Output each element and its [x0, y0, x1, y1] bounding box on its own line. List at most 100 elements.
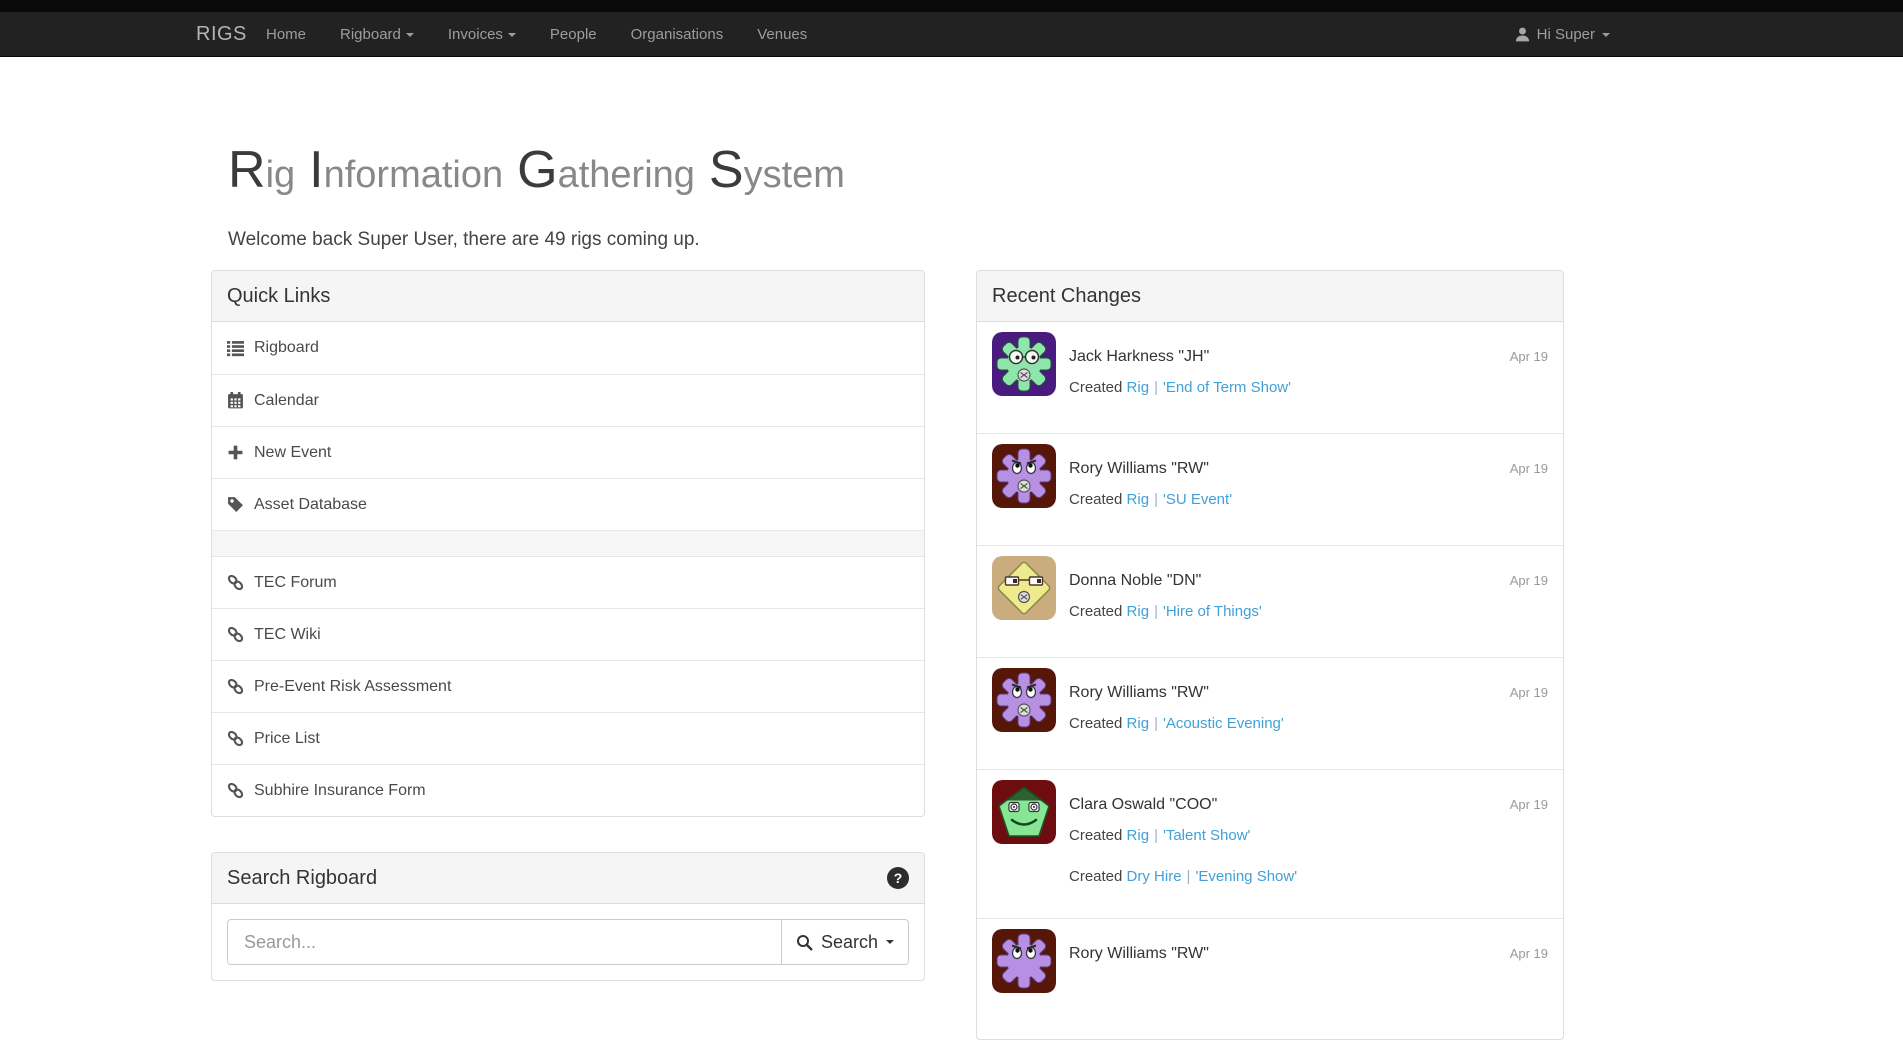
search-panel-title: Search Rigboard: [227, 867, 377, 890]
link-icon: [227, 782, 244, 799]
recent-change-body: Rory Williams "RW" Apr 19 Created Rig|'S…: [1069, 434, 1548, 508]
caret-down-icon: [886, 940, 894, 944]
person-name-link[interactable]: Donna Noble "DN": [1069, 572, 1201, 590]
top-navbar: RIGS Home Rigboard Invoices People Organ…: [0, 0, 1903, 57]
separator: |: [1149, 603, 1163, 620]
person-name-link[interactable]: Jack Harkness "JH": [1069, 348, 1209, 366]
search-button[interactable]: Search: [781, 919, 909, 965]
quick-link-calendar[interactable]: Calendar: [212, 374, 924, 426]
rig-type-link[interactable]: Rig: [1127, 603, 1150, 620]
recent-changes-title: Recent Changes: [992, 285, 1141, 308]
rig-name-link[interactable]: 'SU Event': [1163, 491, 1232, 508]
rig-type-link[interactable]: Rig: [1127, 379, 1150, 396]
recent-changes-panel: Recent Changes Jack Harkness "JH" Apr 19…: [976, 270, 1564, 1040]
quick-link-tec-wiki[interactable]: TEC Wiki: [212, 608, 924, 660]
rig-type-link[interactable]: Rig: [1127, 491, 1150, 508]
avatar: [992, 556, 1056, 620]
change-action: Created Rig|'SU Event': [1069, 491, 1548, 508]
caret-down-icon: [1602, 33, 1610, 37]
rig-name-link[interactable]: 'Acoustic Evening': [1163, 715, 1284, 732]
change-date: Apr 19: [1510, 461, 1548, 476]
change-action: Created Dry Hire|'Evening Show': [1069, 868, 1548, 885]
title-capital: S: [709, 141, 744, 199]
title-rest: ig: [266, 154, 296, 196]
nav-item-label: Invoices: [448, 26, 503, 43]
nav-item-venues[interactable]: Venues: [740, 12, 824, 57]
person-icon: [1515, 27, 1530, 42]
search-panel-header: Search Rigboard ?: [212, 853, 924, 904]
change-date: Apr 19: [1510, 349, 1548, 364]
quick-link-price-list[interactable]: Price List: [212, 712, 924, 764]
change-action: Created Rig|'Hire of Things': [1069, 603, 1548, 620]
separator: |: [1149, 491, 1163, 508]
nav-item-rigboard[interactable]: Rigboard: [323, 12, 431, 57]
calendar-icon: [227, 392, 244, 409]
left-column: Quick Links Rigboard Calendar New Event …: [211, 270, 925, 981]
rig-name-link[interactable]: 'Talent Show': [1163, 827, 1250, 844]
quick-links-title: Quick Links: [227, 285, 330, 308]
nav-item-organisations[interactable]: Organisations: [614, 12, 741, 57]
quick-links-panel: Quick Links Rigboard Calendar New Event …: [211, 270, 925, 817]
quick-link-label: Subhire Insurance Form: [254, 782, 426, 800]
list-divider: [212, 530, 924, 556]
help-icon[interactable]: ?: [887, 867, 909, 889]
action-verb: Created: [1069, 379, 1122, 396]
plus-icon: [227, 444, 244, 461]
rig-type-link[interactable]: Rig: [1127, 715, 1150, 732]
quick-link-label: New Event: [254, 444, 331, 462]
person-name-link[interactable]: Rory Williams "RW": [1069, 945, 1209, 963]
recent-change-row: Rory Williams "RW" Apr 19 Created Rig|'A…: [977, 658, 1563, 770]
change-action: Created Rig|'Talent Show': [1069, 827, 1548, 844]
quick-link-subhire-insurance-form[interactable]: Subhire Insurance Form: [212, 764, 924, 816]
recent-change-row: Rory Williams "RW" Apr 19 Created Rig|'S…: [977, 434, 1563, 546]
rig-type-link[interactable]: Rig: [1127, 827, 1150, 844]
search-icon: [796, 934, 813, 951]
quick-links-header: Quick Links: [212, 271, 924, 322]
recent-change-body: Clara Oswald "COO" Apr 19 Created Rig|'T…: [1069, 770, 1548, 885]
avatar: [992, 929, 1056, 993]
change-action: Created Rig|'End of Term Show': [1069, 379, 1548, 396]
avatar: [992, 444, 1056, 508]
quick-link-pre-event-risk-assessment[interactable]: Pre-Event Risk Assessment: [212, 660, 924, 712]
caret-down-icon: [406, 33, 414, 37]
action-verb: Created: [1069, 868, 1122, 885]
action-verb: Created: [1069, 491, 1122, 508]
rig-type-link[interactable]: Dry Hire: [1127, 868, 1182, 885]
separator: |: [1149, 715, 1163, 732]
person-name-link[interactable]: Rory Williams "RW": [1069, 684, 1209, 702]
user-menu[interactable]: Hi Super: [1515, 12, 1610, 57]
recent-change-body: Jack Harkness "JH" Apr 19 Created Rig|'E…: [1069, 322, 1548, 396]
quick-link-label: Rigboard: [254, 339, 319, 357]
link-icon: [227, 626, 244, 643]
quick-link-tec-forum[interactable]: TEC Forum: [212, 556, 924, 608]
person-name-link[interactable]: Clara Oswald "COO": [1069, 796, 1217, 814]
separator: |: [1149, 379, 1163, 396]
nav-menu: Home Rigboard Invoices People Organisati…: [249, 12, 824, 57]
right-column: Recent Changes Jack Harkness "JH" Apr 19…: [976, 270, 1564, 1040]
quick-link-asset-database[interactable]: Asset Database: [212, 478, 924, 530]
search-button-label: Search: [821, 932, 878, 953]
rig-name-link[interactable]: 'Evening Show': [1195, 868, 1297, 885]
rig-name-link[interactable]: 'End of Term Show': [1163, 379, 1291, 396]
quick-link-new-event[interactable]: New Event: [212, 426, 924, 478]
change-date: Apr 19: [1510, 685, 1548, 700]
nav-item-home[interactable]: Home: [249, 12, 323, 57]
caret-down-icon: [508, 33, 516, 37]
recent-change-body: Donna Noble "DN" Apr 19 Created Rig|'Hir…: [1069, 546, 1548, 620]
nav-item-people[interactable]: People: [533, 12, 614, 57]
nav-item-label: Rigboard: [340, 26, 401, 43]
change-date: Apr 19: [1510, 573, 1548, 588]
quick-link-label: TEC Wiki: [254, 626, 321, 644]
brand-logo[interactable]: RIGS: [196, 12, 247, 57]
person-name-link[interactable]: Rory Williams "RW": [1069, 460, 1209, 478]
quick-link-label: TEC Forum: [254, 574, 337, 592]
quick-link-label: Pre-Event Risk Assessment: [254, 678, 451, 696]
search-panel-body: Search: [212, 904, 924, 980]
title-rest: athering: [558, 154, 695, 196]
link-icon: [227, 678, 244, 695]
search-input[interactable]: [227, 919, 782, 965]
rig-name-link[interactable]: 'Hire of Things': [1163, 603, 1262, 620]
quick-link-rigboard[interactable]: Rigboard: [212, 322, 924, 374]
title-rest: ystem: [744, 154, 845, 196]
nav-item-invoices[interactable]: Invoices: [431, 12, 533, 57]
